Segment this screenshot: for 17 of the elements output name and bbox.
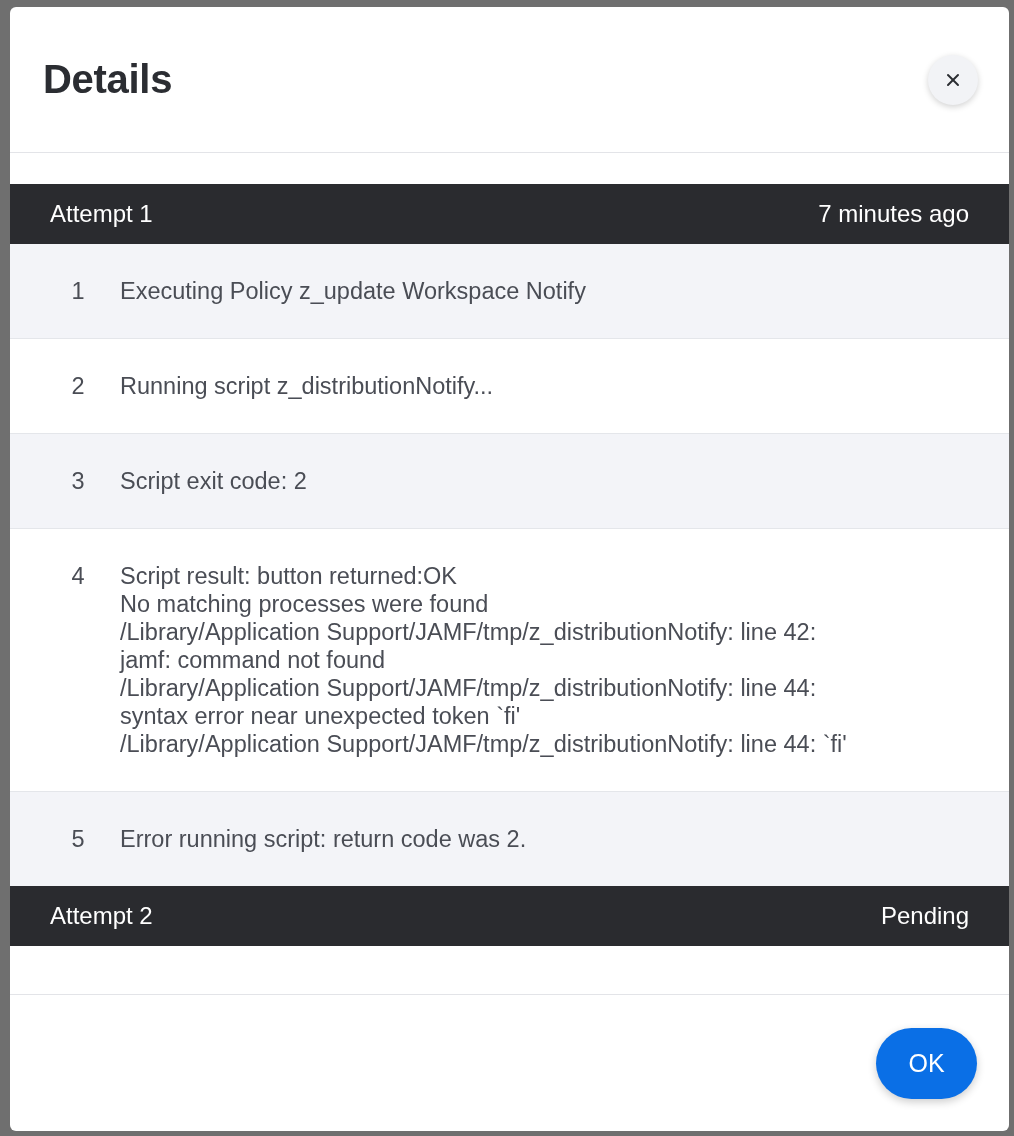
close-button[interactable] <box>928 54 978 105</box>
step-number: 4 <box>70 562 86 590</box>
attempt-title: Attempt 1 <box>50 200 153 228</box>
log-message: Script exit code: 2 <box>120 467 307 495</box>
step-number: 3 <box>70 467 86 495</box>
step-number: 5 <box>70 825 86 853</box>
attempt-status: 7 minutes ago <box>818 200 969 228</box>
attempt-title: Attempt 2 <box>50 902 153 930</box>
log-message: Error running script: return code was 2. <box>120 825 527 853</box>
log-message: Running script z_distributionNotify... <box>120 372 494 400</box>
dialog-title: Details <box>43 57 173 102</box>
log-message: Executing Policy z_update Workspace Notify <box>120 277 586 305</box>
ok-button[interactable]: OK <box>876 1027 977 1099</box>
log-message: Script result: button returned:OK No matching processes were found /Library/Application Support/JAMF/tmp/z_distributionNotify: line 42: jamf: command not found /Library/Application Support/JAMF/tmp/z_distributionNotify: line 44: syntax error near unexpected token `fi' /Library/Application Support/JAMF/tmp/z_distributionNotify: line 44: `fi' <box>120 562 847 758</box>
step-number: 2 <box>70 372 86 400</box>
attempt-status: Pending <box>880 902 969 930</box>
step-number: 1 <box>70 277 86 305</box>
